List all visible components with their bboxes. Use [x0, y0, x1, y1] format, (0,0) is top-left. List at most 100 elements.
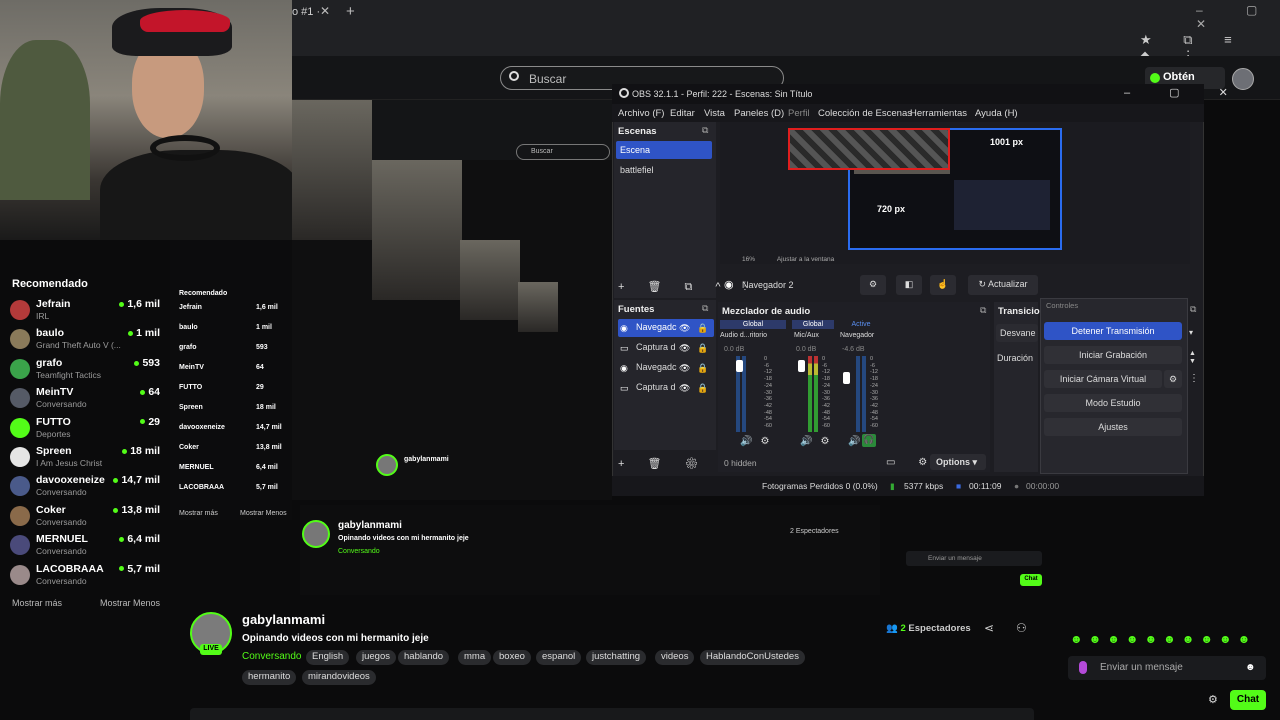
desktop-speaker-icon[interactable]: 🔊⚙ — [740, 436, 777, 447]
menu-herramientas[interactable]: Herramientas — [910, 108, 967, 119]
dock-undock-icon[interactable]: ⧉ — [980, 305, 986, 316]
volume-slider[interactable] — [736, 360, 743, 372]
source-filters-button[interactable]: ◧ — [896, 275, 922, 295]
sidebar-channel-item[interactable]: Spreen I Am Jesus Christ 18 mil — [10, 445, 160, 473]
transition-select[interactable]: Desvane — [996, 324, 1038, 342]
more-options-icon[interactable]: ⋮ — [1189, 373, 1199, 384]
browser-speaker-icon[interactable]: 🔊 — [848, 436, 860, 447]
mixer-tab-active[interactable]: Active — [840, 320, 882, 329]
stop-streaming-button[interactable]: Detener Transmisión — [1044, 322, 1182, 340]
browser-tab-title[interactable]: o #1 · — [292, 6, 320, 18]
preview-zoom-bar[interactable]: 16% Ajustar a la ventana — [720, 256, 834, 263]
start-recording-button[interactable]: Iniciar Grabación — [1044, 346, 1182, 364]
viewer-count: 18 mil — [130, 445, 160, 457]
mixer-tab-global-2[interactable]: Global — [792, 320, 834, 329]
volume-slider[interactable] — [798, 360, 805, 372]
mixer-tab-global[interactable]: Global — [720, 320, 786, 329]
channel-name: grafo — [36, 356, 63, 369]
zoom-fit[interactable]: Ajustar a la ventana — [777, 256, 834, 263]
stream-tag[interactable]: hablando — [398, 650, 450, 665]
channel-category: Conversando — [36, 487, 87, 498]
stream-tag[interactable]: hermanito — [242, 670, 297, 685]
stream-category[interactable]: Conversando — [242, 651, 301, 662]
stream-tag[interactable]: HablandoConUstedes — [700, 650, 805, 665]
eye-icon[interactable]: 👁 — [679, 363, 690, 374]
menu-perfil[interactable]: Perfil — [788, 108, 810, 119]
stream-tag[interactable]: espanol — [536, 650, 582, 665]
scene-item[interactable]: Escena — [616, 141, 712, 159]
dock-undock-icon[interactable]: ⧉ — [702, 125, 708, 136]
emoji-icon[interactable]: ☻ — [1245, 662, 1256, 673]
sidebar-channel-item[interactable]: MeinTV Conversando 64 — [10, 386, 160, 414]
eye-icon[interactable]: 👁 — [679, 383, 690, 394]
menu-editar[interactable]: Editar — [670, 108, 695, 119]
refresh-button[interactable]: ↻ Actualizar — [968, 275, 1038, 295]
mixer-options-button[interactable]: Options ▾ — [930, 454, 986, 470]
stream-tag[interactable]: mirandovideos — [302, 670, 376, 685]
stream-tag[interactable]: boxeo — [493, 650, 531, 665]
share-icon[interactable]: ⋖ — [984, 621, 994, 635]
stream-tag[interactable]: juegos — [356, 650, 396, 665]
chat-send-button[interactable]: Chat — [1230, 690, 1266, 710]
channel-viewers: 64 — [140, 386, 160, 398]
sidebar-channel-item[interactable]: baulo Grand Theft Auto V (... 1 mil — [10, 327, 160, 355]
spinner-icon[interactable]: ▲ ▼ — [1189, 350, 1196, 366]
sidebar-channel-item[interactable]: MERNUEL Conversando 6,4 mil — [10, 533, 160, 561]
stream-tag[interactable]: English — [306, 650, 350, 665]
eye-icon[interactable]: 👁 — [679, 323, 690, 334]
dock-undock-icon[interactable]: ⧉ — [1190, 304, 1204, 318]
sidebar-channel-item[interactable]: FUTTO Deportes 29 — [10, 416, 160, 444]
emote-row[interactable]: ☻☻☻☻☻☻☻☻☻☻ — [1070, 632, 1256, 646]
headphones-icon[interactable]: 🎧 — [862, 434, 876, 447]
menu-paneles[interactable]: Paneles (D) — [734, 108, 784, 119]
virtual-camera-settings-icon[interactable]: ⚙ — [1164, 370, 1182, 388]
lock-icon[interactable]: 🔒 — [697, 363, 708, 374]
eye-icon[interactable]: 👁 — [679, 343, 690, 354]
studio-mode-button[interactable]: Modo Estudio — [1044, 394, 1182, 412]
source-interact-button[interactable]: ☝ — [930, 275, 956, 295]
scene-item[interactable]: battlefiel — [616, 161, 712, 179]
stream-tag[interactable]: videos — [655, 650, 695, 665]
lock-icon[interactable]: 🔒 — [697, 323, 708, 334]
streamer-name[interactable]: gabylanmami — [242, 612, 325, 627]
user-add-icon[interactable]: ⚇ — [1016, 621, 1027, 635]
show-more-link[interactable]: Mostrar más — [12, 598, 62, 608]
menu-coleccion[interactable]: Colección de Escenas — [818, 108, 912, 119]
browser-window-controls[interactable]: – ▢ ✕ — [1196, 3, 1280, 31]
sidebar-channel-item[interactable]: grafo Teamfight Tactics 593 — [10, 357, 160, 385]
stream-tag[interactable]: justchatting — [586, 650, 647, 665]
lock-icon[interactable]: 🔒 — [697, 383, 708, 394]
mic-speaker-icon[interactable]: 🔊⚙ — [800, 436, 837, 447]
sidebar-channel-item[interactable]: davooxeneize Conversando 14,7 mil — [10, 474, 160, 502]
channel-name: MeinTV — [36, 386, 74, 399]
preview-width-label: 1001 px — [990, 137, 1024, 147]
gear-icon[interactable]: ⚙ — [1208, 693, 1218, 706]
settings-button[interactable]: Ajustes — [1044, 418, 1182, 436]
lock-icon[interactable]: 🔒 — [697, 343, 708, 354]
mixer-db-mic: 0.0 dB — [796, 346, 817, 353]
recursive-stream-category: Conversando — [338, 548, 380, 555]
sidebar-channel-item[interactable]: LACOBRAAA Conversando 5,7 mil — [10, 563, 160, 591]
start-virtual-camera-button[interactable]: Iniciar Cámara Virtual — [1044, 370, 1162, 388]
volume-slider[interactable] — [843, 372, 850, 384]
chat-input[interactable]: Enviar un mensaje — [1068, 656, 1266, 680]
sidebar-channel-item[interactable]: Jefrain IRL 1,6 mil — [10, 298, 160, 326]
preview-selection-box[interactable] — [788, 128, 950, 170]
dock-undock-icon[interactable]: ⧉ — [702, 303, 708, 314]
tab-close-icon[interactable]: ✕ — [320, 4, 330, 18]
menu-vista[interactable]: Vista — [704, 108, 725, 119]
show-less-link[interactable]: Mostrar Menos — [100, 598, 160, 608]
menu-ayuda[interactable]: Ayuda (H) — [975, 108, 1018, 119]
recursive-channel-name: davooxeneize — [179, 424, 225, 431]
recursive-channel-count: 1 mil — [256, 324, 272, 331]
stream-dropdown-icon[interactable]: ▾ — [1189, 328, 1193, 337]
sidebar-channel-item[interactable]: Coker Conversando 13,8 mil — [10, 504, 160, 532]
menu-archivo[interactable]: Archivo (F) — [618, 108, 664, 119]
obs-window-controls[interactable]: – ▢ ✕ — [1124, 86, 1246, 99]
stream-tag[interactable]: mma — [458, 650, 492, 665]
source-properties-button[interactable]: ⚙ — [860, 275, 886, 295]
scene-toolbar-icons[interactable]: + 🗑 ⧉ ^ ⋮ — [618, 280, 756, 294]
channel-category: IRL — [36, 311, 50, 321]
new-tab-button[interactable]: + — [346, 3, 355, 20]
mic-icon[interactable] — [1079, 661, 1087, 674]
